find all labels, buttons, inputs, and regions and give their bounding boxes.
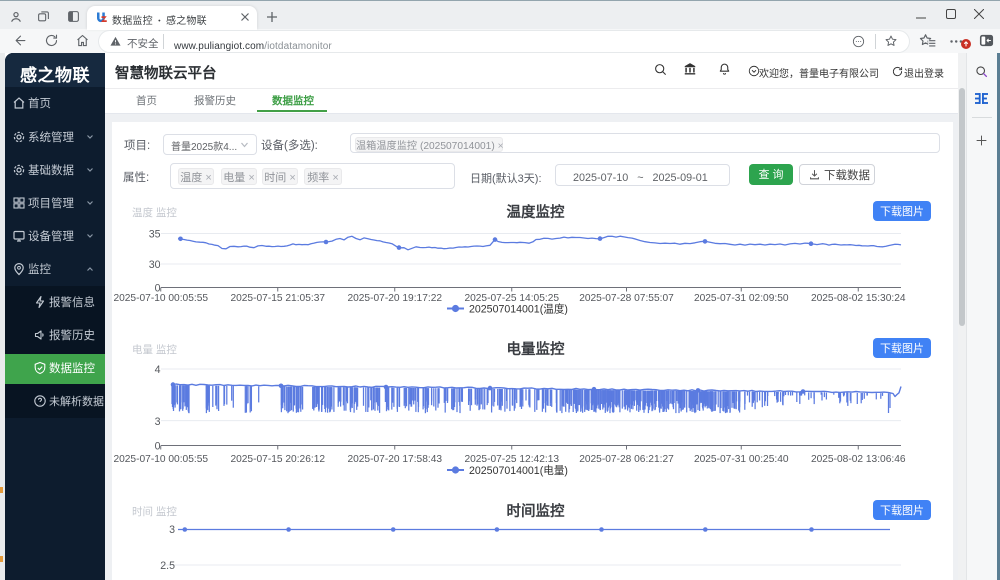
svg-text:2025-07-28 07:55:07: 2025-07-28 07:55:07 — [579, 289, 674, 304]
svg-text:2025-08-02 15:30:24: 2025-08-02 15:30:24 — [811, 289, 906, 304]
svg-text:2025-07-15 20:26:12: 2025-07-15 20:26:12 — [230, 450, 325, 465]
svg-text:2025-07-31 02:09:50: 2025-07-31 02:09:50 — [694, 289, 789, 304]
svg-text:2025-07-10 00:05:55: 2025-07-10 00:05:55 — [113, 450, 208, 465]
svg-text:3: 3 — [155, 414, 161, 429]
svg-text:202507014001(电量): 202507014001(电量) — [469, 463, 568, 478]
svg-text:202507014001(温度): 202507014001(温度) — [469, 301, 568, 316]
svg-text:2.5: 2.5 — [160, 558, 175, 573]
svg-text:2025-07-20 17:58:43: 2025-07-20 17:58:43 — [347, 450, 442, 465]
svg-text:35: 35 — [149, 227, 161, 242]
svg-text:2025-07-28 06:21:27: 2025-07-28 06:21:27 — [579, 450, 674, 465]
svg-text:2025-07-31 00:25:40: 2025-07-31 00:25:40 — [694, 450, 789, 465]
svg-text:3: 3 — [169, 522, 175, 537]
svg-text:2025-07-15 21:05:37: 2025-07-15 21:05:37 — [230, 289, 325, 304]
svg-text:2025-08-02 13:06:46: 2025-08-02 13:06:46 — [811, 450, 906, 465]
svg-text:30: 30 — [149, 257, 161, 272]
svg-text:4: 4 — [155, 362, 161, 377]
svg-text:2025-07-10 00:05:55: 2025-07-10 00:05:55 — [113, 289, 208, 304]
svg-text:2025-07-20 19:17:22: 2025-07-20 19:17:22 — [347, 289, 442, 304]
